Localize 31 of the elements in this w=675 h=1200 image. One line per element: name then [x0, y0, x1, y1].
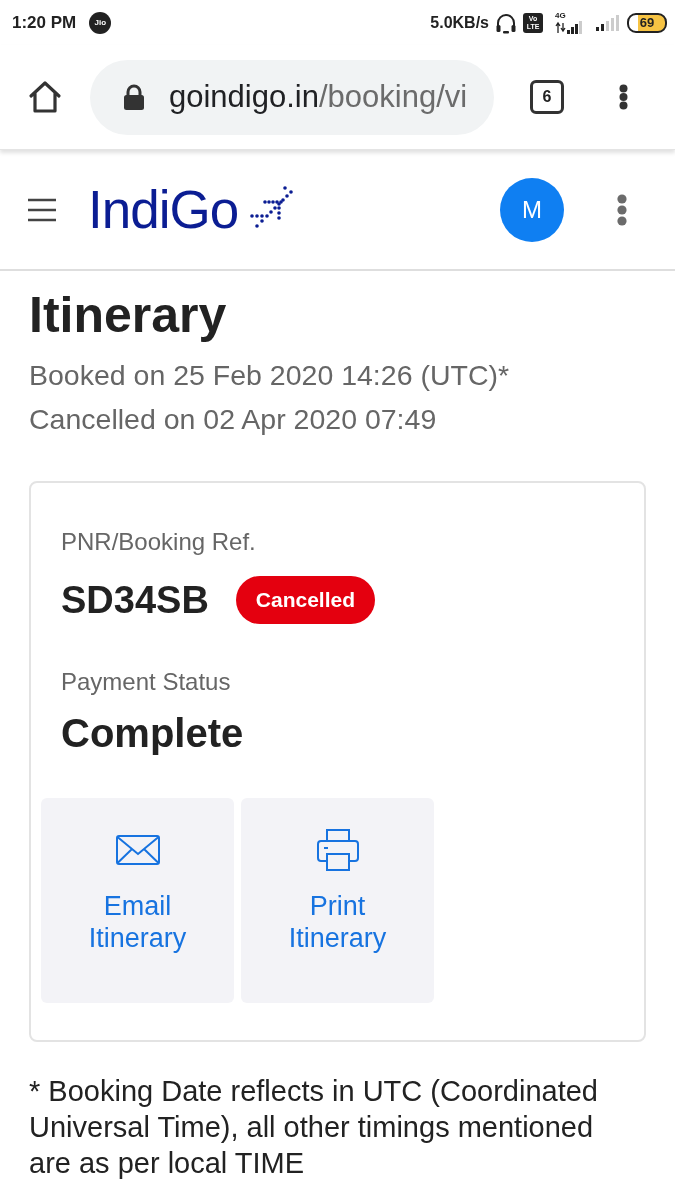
status-time: 1:20 PM — [12, 12, 77, 33]
avatar-button[interactable]: M — [500, 177, 564, 242]
carrier-logo: Jio — [89, 11, 112, 34]
url-text: goindigo.in/booking/vi — [169, 79, 468, 115]
payment-status-value: Complete — [61, 710, 245, 757]
more-options-icon[interactable] — [619, 84, 628, 110]
booked-on-text: Booked on 25 Feb 2020 14:26 (UTC)* — [29, 358, 511, 393]
pnr-label: PNR/Booking Ref. — [61, 527, 257, 557]
printer-icon — [316, 829, 359, 871]
print-itinerary-button[interactable]: Print Itinerary — [241, 798, 434, 1003]
cancelled-on-text: Cancelled on 02 Apr 2020 07:49 — [29, 402, 438, 437]
page-title: Itinerary — [29, 286, 228, 345]
home-icon[interactable] — [28, 80, 62, 114]
plane-logo-icon — [250, 184, 294, 229]
status-badge: Cancelled — [235, 576, 376, 624]
network-type-label: 4G — [555, 11, 566, 20]
footnote-text: * Booking Date reflects in UTC (Coordinated Universal Time), all other timings mentioned are as per local TIME — [29, 1074, 599, 1181]
headphones-icon — [495, 11, 517, 34]
signal-icon — [595, 14, 621, 31]
brand-logo[interactable]: IndiGo — [88, 179, 239, 240]
lock-icon — [123, 84, 145, 110]
email-itinerary-button[interactable]: Email Itinerary — [41, 798, 234, 1003]
menu-icon[interactable] — [28, 197, 56, 222]
envelope-icon — [115, 835, 160, 865]
network-speed: 5.0KB/s — [430, 12, 489, 33]
payment-status-label: Payment Status — [61, 667, 232, 697]
mobile-signal-icon — [555, 19, 585, 34]
battery-indicator: 69 — [627, 12, 667, 33]
pnr-code: SD34SB — [61, 578, 209, 623]
address-bar[interactable]: goindigo.in/booking/vi — [90, 59, 494, 135]
tab-count-button[interactable]: 6 — [530, 80, 564, 114]
